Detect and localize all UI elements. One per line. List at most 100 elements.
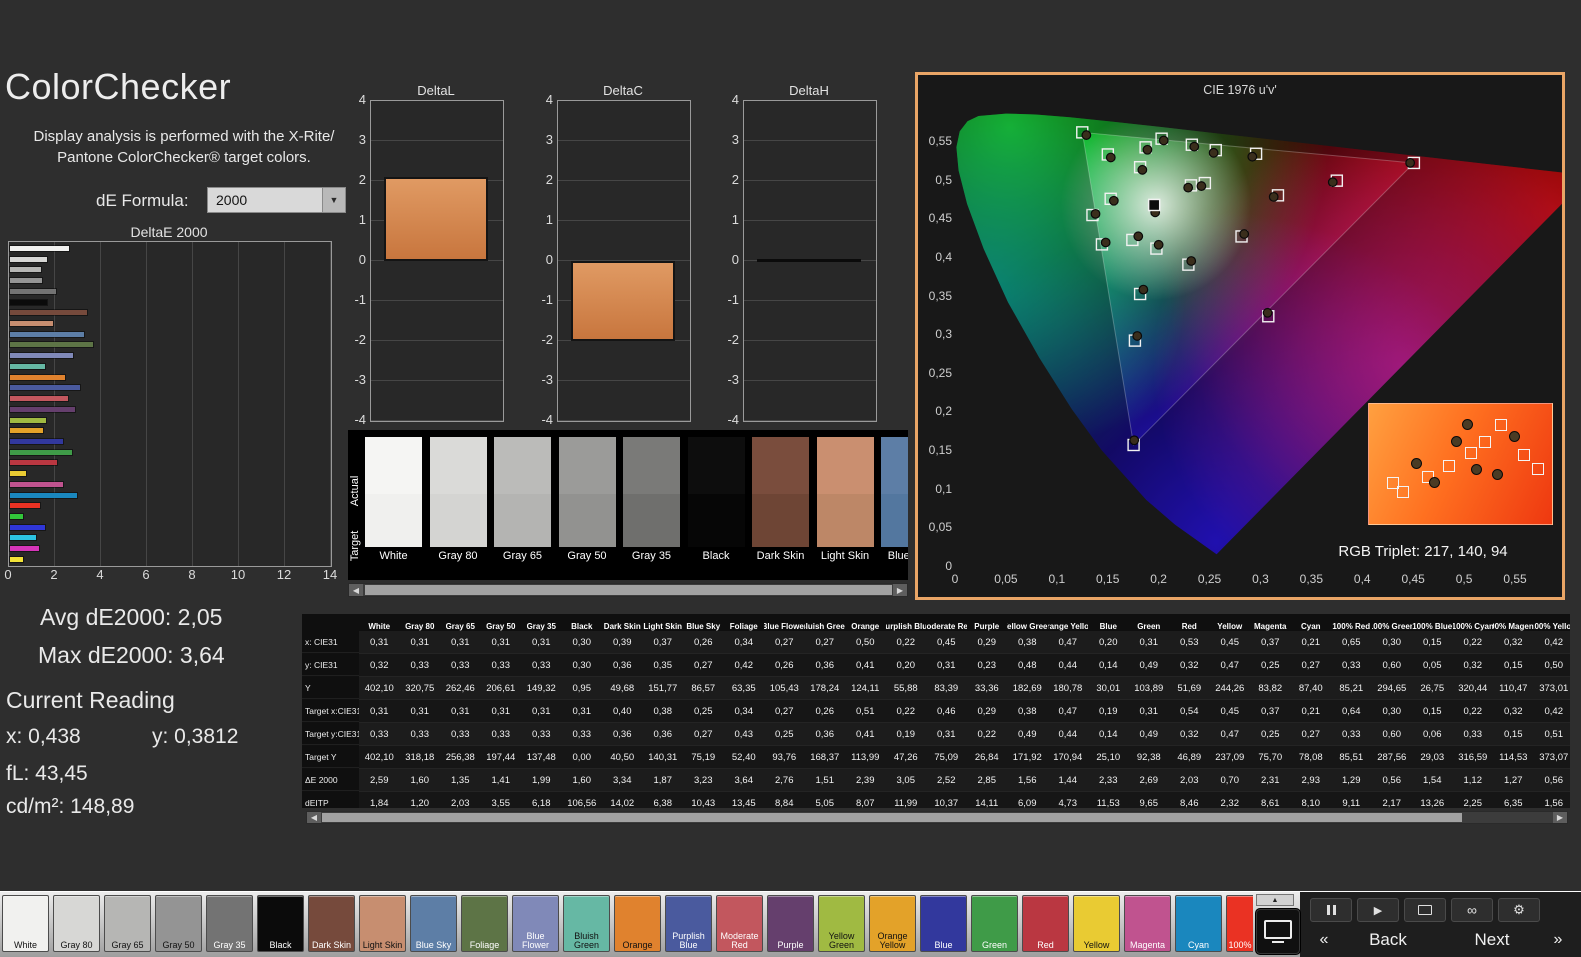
measured-point — [1196, 181, 1207, 191]
table-cell: 26,84 — [966, 746, 1007, 769]
table-cell: 0,49 — [1007, 723, 1048, 746]
toolbar-patch-gray-80[interactable]: Gray 80 — [53, 895, 100, 952]
swatch-actual — [881, 437, 908, 494]
table-cell: 26,75 — [1412, 677, 1453, 700]
scroll-right-icon[interactable]: ▶ — [893, 584, 907, 596]
scroll-thumb[interactable] — [365, 585, 892, 595]
table-cell: 1,99 — [521, 769, 562, 792]
table-cell: 0,45 — [1209, 700, 1250, 723]
mini-chart-deltac — [557, 100, 691, 422]
table-cell: 8,07 — [845, 792, 886, 808]
capture-icon — [1418, 905, 1432, 915]
toolbar-patch-gray-35[interactable]: Gray 35 — [206, 895, 253, 952]
toolbar-patch-green[interactable]: Green — [971, 895, 1018, 952]
toolbar-patch-label: Dark Skin — [311, 940, 351, 950]
continuous-measure-button[interactable]: ∞ — [1451, 898, 1493, 922]
next-chevrons-icon[interactable]: » — [1540, 927, 1576, 953]
toolbar-patch-black[interactable]: Black — [257, 895, 304, 952]
swatch-scrollbar[interactable]: ◀ ▶ — [348, 583, 908, 597]
table-cell: 320,75 — [399, 677, 440, 700]
capture-button[interactable] — [1404, 898, 1446, 922]
table-cell: 149,32 — [521, 677, 562, 700]
table-cell: 0,36 — [804, 723, 845, 746]
scroll-left-icon[interactable]: ◀ — [349, 584, 363, 596]
toolbar-patch-100-red[interactable]: 100% Red — [1226, 895, 1253, 952]
table-cell: 0,51 — [1533, 723, 1570, 746]
table-cell: 0,19 — [1088, 700, 1129, 723]
toolbar-patch-moderate-red[interactable]: Moderate Red — [716, 895, 763, 952]
next-button[interactable]: Next — [1452, 927, 1532, 953]
toolbar-patch-dark-skin[interactable]: Dark Skin — [308, 895, 355, 952]
toolbar-patch-blue-flower[interactable]: Blue Flower — [512, 895, 559, 952]
swatch-target — [816, 494, 874, 547]
mini-chart-deltah — [743, 100, 877, 422]
settings-button[interactable]: ⚙ — [1498, 898, 1540, 922]
toolbar-patch-yellow-green[interactable]: Yellow Green — [818, 895, 865, 952]
mini-y-tick: -2 — [354, 332, 366, 347]
table-cell: 124,11 — [845, 677, 886, 700]
mini-y-tick: 4 — [358, 92, 366, 107]
table-cell: 178,24 — [804, 677, 845, 700]
table-cell: 0,34 — [723, 700, 764, 723]
toolbar-patch-red[interactable]: Red — [1022, 895, 1069, 952]
table-cell: 1,56 — [1007, 769, 1048, 792]
table-cell: 0,49 — [1128, 723, 1169, 746]
toolbar-patch-blue-sky[interactable]: Blue Sky — [410, 895, 457, 952]
pause-button[interactable] — [1310, 898, 1352, 922]
deltae-bar-yellow — [10, 471, 27, 477]
chevron-down-icon[interactable]: ▼ — [322, 188, 345, 212]
chevron-up-icon: ▲ — [1271, 896, 1279, 904]
table-col-header-moderate-red: Moderate Red — [926, 614, 967, 631]
scroll-right-icon[interactable]: ▶ — [1553, 812, 1567, 823]
cie-x-tick: 0,15 — [1096, 572, 1120, 586]
table-cell: 0,30 — [1371, 700, 1412, 723]
table-cell: 0,32 — [359, 654, 400, 677]
cie-y-tick: 0,05 — [928, 520, 952, 535]
toolbar-patch-label: Orange Yellow — [877, 931, 908, 950]
table-cell: 0,48 — [1007, 654, 1048, 677]
table-cell: 14,11 — [966, 792, 1007, 808]
toolbar-patch-white[interactable]: White — [2, 895, 49, 952]
de-formula-dropdown[interactable]: 2000 ▼ — [207, 187, 346, 213]
measured-point — [1327, 177, 1338, 188]
max-de2000: Max dE2000: 3,64 — [38, 642, 225, 668]
toolbar-patch-blue[interactable]: Blue — [920, 895, 967, 952]
scroll-left-icon[interactable]: ◀ — [307, 812, 321, 823]
mini-y-tick: 1 — [358, 212, 366, 227]
toolbar-patch-gray-65[interactable]: Gray 65 — [104, 895, 151, 952]
display-button[interactable] — [1255, 908, 1301, 955]
table-col-header-white: White — [359, 614, 400, 631]
table-scrollbar[interactable]: ◀ ▶ — [306, 811, 1568, 824]
toolbar-patch-light-skin[interactable]: Light Skin — [359, 895, 406, 952]
popup-button[interactable]: ▲ — [1256, 894, 1294, 906]
toolbar-patch-yellow[interactable]: Yellow — [1073, 895, 1120, 952]
toolbar-patch-gray-50[interactable]: Gray 50 — [155, 895, 202, 952]
toolbar-patch-foliage[interactable]: Foliage — [461, 895, 508, 952]
toolbar-patch-orange[interactable]: Orange — [614, 895, 661, 952]
play-button[interactable]: ▶ — [1357, 898, 1399, 922]
reading-luminance: cd/m²: 148,89 — [6, 795, 135, 818]
table-cell: 0,33 — [521, 654, 562, 677]
toolbar-patch-orange-yellow[interactable]: Orange Yellow — [869, 895, 916, 952]
toolbar-patch-bluish-green[interactable]: Bluish Green — [563, 895, 610, 952]
deltae-bar-blue-flower — [10, 353, 74, 359]
toolbar-patch-cyan[interactable]: Cyan — [1175, 895, 1222, 952]
table-cell: 8,10 — [1290, 792, 1331, 808]
table-cell: 0,31 — [561, 700, 602, 723]
toolbar-patch-purple[interactable]: Purple — [767, 895, 814, 952]
cie-y-tick: 0,55 — [928, 134, 952, 148]
scroll-thumb[interactable] — [322, 813, 1462, 822]
table-cell: 3,23 — [683, 769, 724, 792]
mini-y-tick: -2 — [727, 332, 739, 347]
table-cell: 0,25 — [1250, 654, 1291, 677]
table-cell: 0,33 — [359, 723, 400, 746]
table-cell: 0,05 — [1412, 654, 1453, 677]
back-button[interactable]: Back — [1348, 927, 1428, 953]
back-chevrons-icon[interactable]: « — [1306, 927, 1342, 953]
toolbar-patch-magenta[interactable]: Magenta — [1124, 895, 1171, 952]
toolbar-patch-purplish-blue[interactable]: Purplish Blue — [665, 895, 712, 952]
table-col-header-gray-50: Gray 50 — [480, 614, 521, 631]
table-cell: 170,94 — [1047, 746, 1088, 769]
table-cell: 93,76 — [764, 746, 805, 769]
de-formula-value: 2000 — [216, 192, 248, 208]
